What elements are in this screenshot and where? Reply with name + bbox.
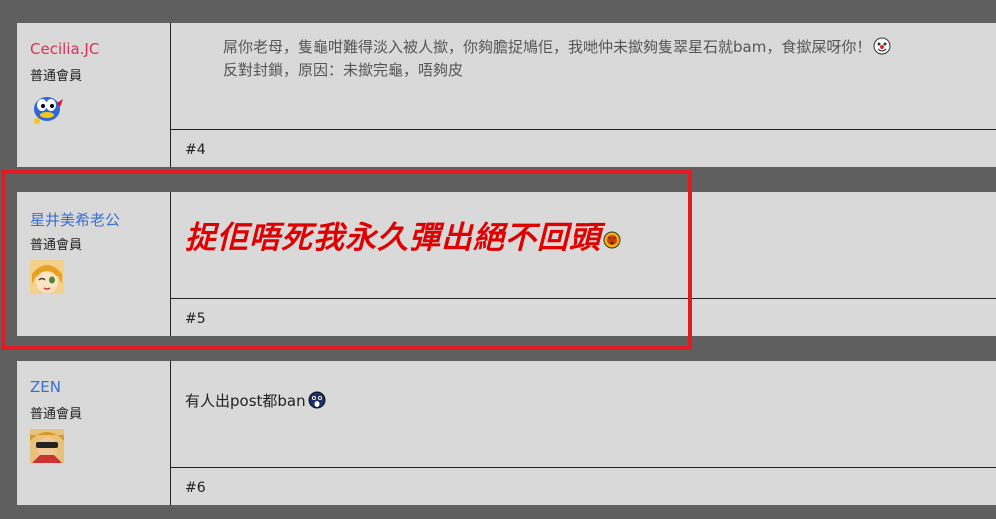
- post-6: ZEN 普通會員 有人出post都ban #6: [17, 361, 996, 505]
- post-4: Cecilia.JC 普通會員 屌你老母，隻龜咁難得淡入被人撳，你夠膽捉鳩佢，我…: [17, 23, 996, 167]
- username[interactable]: Cecilia.JC: [30, 40, 99, 58]
- post-footer: #6: [171, 467, 996, 505]
- clown-emoji-icon: [873, 37, 891, 55]
- post-line: 屌你老母，隻龜咁難得淡入被人撳，你夠膽捉鳩佢，我哋仲未撳夠隻翠星石就bam，食撳…: [223, 36, 983, 59]
- post-line: 反對封鎖，原因：未撳完龜，唔夠皮: [223, 61, 464, 79]
- post-line: 有人出post都ban: [185, 390, 326, 411]
- floor-number[interactable]: #4: [185, 142, 206, 158]
- user-rank: 普通會員: [30, 407, 83, 422]
- user-rank: 普通會員: [30, 69, 83, 84]
- post-footer: #4: [171, 129, 996, 167]
- user-panel: ZEN 普通會員: [17, 361, 171, 505]
- blue-bird-avatar[interactable]: [30, 91, 64, 125]
- sunglasses-hero-avatar[interactable]: [30, 429, 64, 463]
- scared-emoji-icon: [308, 391, 326, 409]
- floor-number[interactable]: #6: [185, 480, 206, 496]
- highlight-box: [1, 170, 692, 350]
- user-panel: Cecilia.JC 普通會員: [17, 23, 171, 167]
- username[interactable]: ZEN: [30, 378, 61, 396]
